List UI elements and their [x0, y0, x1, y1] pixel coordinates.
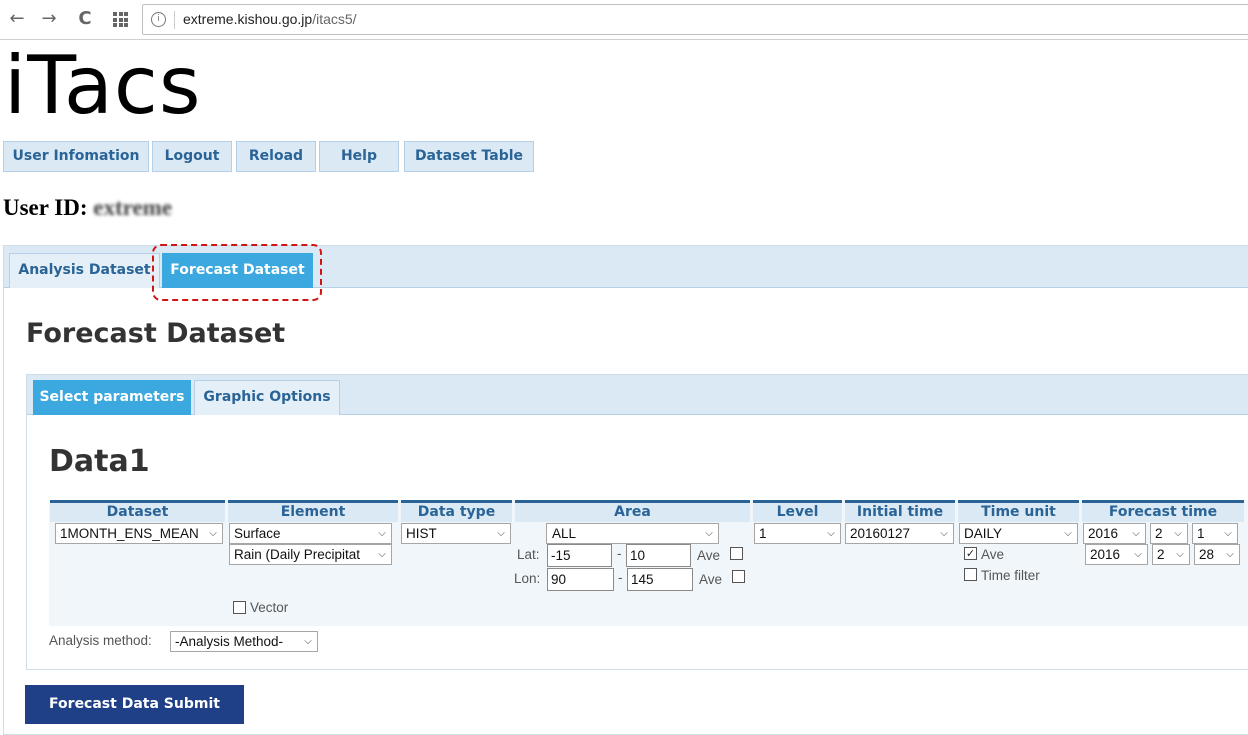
url-path: /itacs5/	[312, 11, 357, 27]
tab-forecast-dataset[interactable]: Forecast Dataset	[162, 253, 313, 288]
reload-button[interactable]: Reload	[236, 141, 316, 172]
data-type-select[interactable]: HIST ⌵	[401, 523, 511, 544]
forward-arrow-icon[interactable]: →	[38, 8, 60, 30]
forecast-start-year-select[interactable]: 2016 ⌵	[1083, 523, 1146, 544]
app-logo: iTacs	[4, 39, 202, 132]
lon-ave-checkbox[interactable]	[732, 570, 745, 583]
lat-range-separator: -	[617, 546, 622, 561]
col-header-data-type: Data type	[401, 500, 512, 522]
area-value: ALL	[552, 526, 577, 541]
vector-checkbox[interactable]	[233, 601, 246, 614]
chevron-down-icon: ⌵	[375, 545, 389, 564]
data-type-value: HIST	[406, 526, 437, 541]
url-host: extreme.kishou.go.jp	[183, 11, 313, 27]
section-title: Forecast Dataset	[26, 318, 286, 349]
tab-analysis-dataset[interactable]: Analysis Dataset	[9, 253, 160, 288]
col-header-initial-time: Initial time	[845, 500, 955, 522]
time-ave-label: Ave	[981, 547, 1005, 562]
chevron-down-icon: ⌵	[494, 524, 508, 543]
chevron-down-icon: ⌵	[1221, 524, 1235, 543]
forecast-start-month-select[interactable]: 2 ⌵	[1150, 523, 1188, 544]
col-header-dataset: Dataset	[50, 500, 225, 522]
level-select[interactable]: 1 ⌵	[754, 523, 841, 544]
time-ave-checkbox[interactable]: ✓	[964, 547, 977, 560]
lon-label: Lon:	[514, 571, 541, 586]
lon-to-input[interactable]: 145	[627, 568, 693, 591]
dataset-table-button[interactable]: Dataset Table	[404, 141, 534, 172]
forecast-start-month: 2	[1155, 526, 1163, 541]
chevron-down-icon: ⌵	[1131, 545, 1145, 564]
logout-button[interactable]: Logout	[152, 141, 232, 172]
col-header-time-unit: Time unit	[958, 500, 1079, 522]
initial-time-select[interactable]: 20160127 ⌵	[845, 523, 954, 544]
chevron-down-icon: ⌵	[702, 524, 716, 543]
dataset-select[interactable]: 1MONTH_ENS_MEAN ⌵	[55, 523, 223, 544]
forecast-end-day-select[interactable]: 28 ⌵	[1194, 544, 1240, 565]
dataset-value: 1MONTH_ENS_MEAN	[60, 526, 199, 541]
col-header-forecast-time: Forecast time	[1082, 500, 1244, 522]
chevron-down-icon: ⌵	[937, 524, 951, 543]
forecast-start-year: 2016	[1088, 526, 1119, 541]
col-header-element: Element	[228, 500, 398, 522]
tab-select-parameters[interactable]: Select parameters	[33, 380, 191, 415]
forecast-end-month: 2	[1157, 547, 1165, 562]
forecast-data-submit-button[interactable]: Forecast Data Submit	[25, 685, 244, 724]
analysis-method-select[interactable]: -Analysis Method- ⌵	[170, 631, 318, 652]
chevron-down-icon: ⌵	[1171, 524, 1185, 543]
time-unit-value: DAILY	[964, 526, 1003, 541]
time-unit-select[interactable]: DAILY ⌵	[959, 523, 1078, 544]
forecast-end-day: 28	[1199, 547, 1215, 562]
time-filter-label: Time filter	[981, 568, 1040, 583]
lat-from-input[interactable]: -15	[547, 544, 612, 567]
address-bar[interactable]: i extreme.kishou.go.jp/itacs5/	[142, 4, 1248, 35]
chevron-down-icon: ⌵	[1173, 545, 1187, 564]
lon-ave-label: Ave	[699, 572, 723, 587]
reload-icon[interactable]: C	[74, 8, 96, 30]
lon-from-input[interactable]: 90	[547, 568, 614, 591]
url-text: extreme.kishou.go.jp/itacs5/	[183, 11, 357, 27]
forecast-end-month-select[interactable]: 2 ⌵	[1152, 544, 1190, 565]
help-button[interactable]: Help	[319, 141, 399, 172]
analysis-method-label: Analysis method:	[49, 633, 152, 648]
time-filter-checkbox[interactable]	[964, 568, 977, 581]
col-header-level: Level	[753, 500, 842, 522]
address-separator	[174, 11, 175, 29]
forecast-start-day-select[interactable]: 1 ⌵	[1192, 523, 1238, 544]
user-id-line: User ID: extreme	[3, 195, 172, 221]
analysis-method-value: -Analysis Method-	[175, 634, 284, 649]
initial-time-value: 20160127	[850, 526, 911, 541]
lon-range-separator: -	[618, 570, 623, 585]
data-title: Data1	[49, 444, 150, 479]
col-header-area: Area	[515, 500, 750, 522]
lat-label: Lat:	[517, 547, 540, 562]
chevron-down-icon: ⌵	[1061, 524, 1075, 543]
user-information-button[interactable]: User Infomation	[3, 141, 149, 172]
element-value: Rain (Daily Precipitat	[234, 547, 361, 562]
chevron-down-icon: ⌵	[1129, 524, 1143, 543]
chevron-down-icon: ⌵	[1223, 545, 1237, 564]
lat-to-input[interactable]: 10	[626, 544, 691, 567]
forecast-end-year: 2016	[1090, 547, 1121, 562]
level-value: 1	[759, 526, 767, 541]
forecast-start-day: 1	[1197, 526, 1205, 541]
back-arrow-icon[interactable]: ←	[6, 8, 28, 30]
element-category-value: Surface	[234, 526, 281, 541]
element-category-select[interactable]: Surface ⌵	[229, 523, 392, 544]
tab-graphic-options[interactable]: Graphic Options	[194, 380, 340, 415]
chevron-down-icon: ⌵	[375, 524, 389, 543]
user-id-label: User ID:	[3, 195, 88, 220]
element-select[interactable]: Rain (Daily Precipitat ⌵	[229, 544, 392, 565]
browser-toolbar: ← → C i extreme.kishou.go.jp/itacs5/	[0, 0, 1248, 40]
site-info-icon[interactable]: i	[151, 12, 166, 27]
forecast-end-year-select[interactable]: 2016 ⌵	[1085, 544, 1148, 565]
chevron-down-icon: ⌵	[824, 524, 838, 543]
chevron-down-icon: ⌵	[301, 632, 315, 651]
vector-label: Vector	[250, 600, 289, 615]
lat-ave-label: Ave	[697, 548, 721, 563]
area-select[interactable]: ALL ⌵	[546, 523, 719, 544]
chevron-down-icon: ⌵	[206, 524, 220, 543]
apps-grid-icon[interactable]	[113, 12, 128, 27]
user-id-value: extreme	[93, 195, 173, 220]
lat-ave-checkbox[interactable]	[730, 547, 743, 560]
